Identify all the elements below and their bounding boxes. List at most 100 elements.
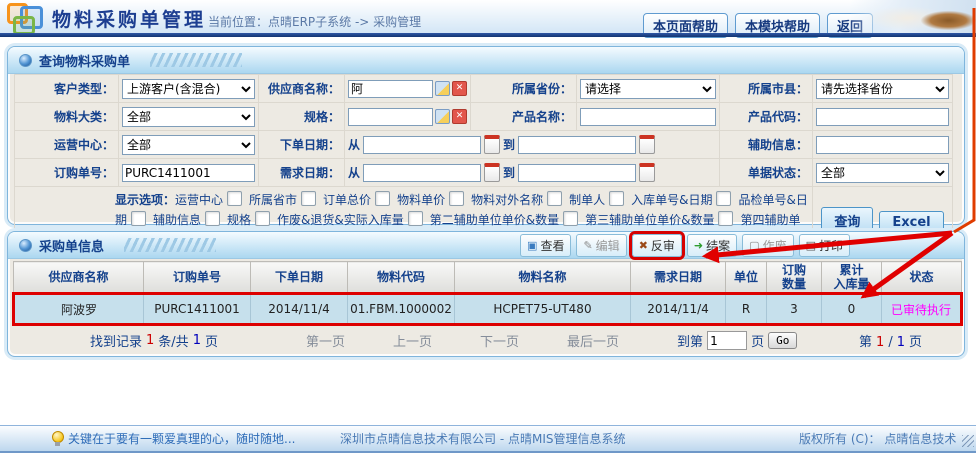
table-cell: HCPET75-UT480: [455, 294, 631, 325]
column-header: 供应商名称: [14, 262, 144, 294]
column-header: 物料代码: [348, 262, 455, 294]
next-page-link[interactable]: 下一页: [480, 331, 519, 350]
to-label: 到: [503, 136, 515, 153]
supplier-input[interactable]: [348, 80, 433, 98]
calendar-icon[interactable]: [639, 135, 655, 154]
doc-status-label: 单据状态：: [720, 159, 813, 187]
display-option-checkbox[interactable]: [131, 211, 146, 226]
display-option-checkbox[interactable]: [609, 191, 624, 206]
customer-type-select[interactable]: 上游客户(含混合): [122, 79, 255, 99]
toolbar-close-case-button[interactable]: ➜结案: [687, 234, 737, 257]
orders-panel-header: 采购单信息 ▣查看✎编辑✖反审➜结案▢作废▤打印: [8, 232, 964, 259]
query-form: 客户类型： 上游客户(含混合) 供应商名称： 所属省份： 请选择 所属市县： 请…: [14, 74, 953, 254]
search-button[interactable]: 查询: [821, 207, 873, 234]
goto-suffix: 页: [751, 331, 764, 350]
calendar-icon[interactable]: [484, 135, 500, 154]
city-select[interactable]: 请先选择省份: [816, 79, 949, 99]
display-option-checkbox[interactable]: [716, 191, 731, 206]
display-option-checkbox[interactable]: [408, 211, 423, 226]
display-option-label: 物料对外名称: [471, 193, 569, 207]
province-label: 所属省份：: [471, 75, 577, 103]
display-option-label: 所属省市: [249, 193, 323, 207]
top-header: 物料采购单管理 当前位置：点晴ERP子系统 -> 采购管理 本页面帮助 本模块帮…: [0, 0, 976, 33]
province-select[interactable]: 请选择: [580, 79, 716, 99]
table-cell: 0: [822, 294, 882, 325]
toolbar-void-button: ▢作废: [742, 234, 793, 257]
display-option-checkbox[interactable]: [255, 211, 270, 226]
calendar-icon[interactable]: [484, 163, 500, 182]
of-label: 条/共: [158, 331, 188, 350]
display-option-checkbox[interactable]: [301, 191, 316, 206]
found-count: 1: [146, 333, 154, 348]
display-option-label: 制单人: [569, 193, 631, 207]
first-page-link[interactable]: 第一页: [306, 331, 345, 350]
table-cell: 01.FBM.1000002: [348, 294, 455, 325]
aux-info-label: 辅助信息：: [720, 131, 813, 159]
display-option-label: 入库单号&日期: [631, 193, 738, 207]
clear-field-icon[interactable]: [452, 109, 467, 124]
display-option-checkbox[interactable]: [547, 191, 562, 206]
orders-toolbar: ▣查看✎编辑 ✖反审➜结案▢作废 ▤打印: [520, 234, 850, 257]
display-option-checkbox[interactable]: [563, 211, 578, 226]
void-icon: ▢: [749, 240, 759, 251]
product-name-input[interactable]: [580, 108, 716, 126]
order-no-input[interactable]: [122, 164, 255, 182]
header-divider: [0, 33, 976, 37]
column-header: 单位: [726, 262, 767, 294]
display-option-checkbox[interactable]: [205, 211, 220, 226]
column-header: 物料名称: [455, 262, 631, 294]
goto-page-input[interactable]: [707, 331, 747, 350]
company-text: 深圳市点晴信息技术有限公司 - 点晴MIS管理信息系统: [340, 430, 625, 447]
from-label: 从: [348, 136, 360, 153]
aux-info-input[interactable]: [816, 136, 949, 154]
display-option-checkbox[interactable]: [227, 191, 242, 206]
goto-page-group: 到第 页 Go: [677, 331, 797, 350]
page-label: 页: [205, 331, 218, 350]
product-name-label: 产品名称：: [471, 103, 577, 131]
display-option-checkbox[interactable]: [449, 191, 464, 206]
reaudit-icon: ✖: [639, 240, 648, 251]
clear-field-icon[interactable]: [452, 81, 467, 96]
op-center-select[interactable]: 全部: [122, 135, 255, 155]
material-category-select[interactable]: 全部: [122, 107, 255, 127]
display-option-label: 运营中心: [175, 193, 249, 207]
table-cell: 3: [767, 294, 822, 325]
table-cell: 2014/11/4: [631, 294, 726, 325]
last-page-link[interactable]: 最后一页: [567, 331, 619, 350]
column-header: 累计 入库量: [822, 262, 882, 294]
orders-panel: 采购单信息 ▣查看✎编辑✖反审➜结案▢作废▤打印 供应商名称订购单号下单日期物料…: [7, 231, 965, 357]
demand-date-label: 需求日期：: [259, 159, 345, 187]
orders-table: 供应商名称订购单号下单日期物料代码物料名称需求日期单位订购 数量累计 入库量状态…: [12, 261, 963, 326]
order-date-from-input[interactable]: [363, 136, 481, 154]
view-icon: ▣: [527, 240, 537, 251]
table-row[interactable]: 阿波罗PURC14110012014/11/401.FBM.1000002HCP…: [14, 294, 962, 325]
calendar-icon[interactable]: [639, 163, 655, 182]
column-header: 状态: [882, 262, 962, 294]
display-option-label: 规格: [227, 213, 277, 227]
pagination: 找到记录 1 条/共 1 页 第一页 上一页 下一页 最后一页 到第 页 Go …: [8, 326, 964, 355]
doc-status-select[interactable]: 全部: [816, 163, 949, 183]
edit-icon: ✎: [583, 240, 592, 251]
order-date-to-input[interactable]: [518, 136, 636, 154]
toolbar-print-button[interactable]: ▤打印: [799, 234, 850, 257]
page-count: 1: [193, 333, 201, 348]
toolbar-reaudit-button[interactable]: ✖反审: [632, 234, 682, 257]
toolbar-edit-button: ✎编辑: [576, 234, 626, 257]
demand-date-to-input[interactable]: [518, 164, 636, 182]
tip-text: 关键在于要有一颗爱真理的心，随时随地...: [68, 430, 295, 447]
display-option-checkbox[interactable]: [375, 191, 390, 206]
spec-input[interactable]: [348, 108, 433, 126]
toolbar-view-button[interactable]: ▣查看: [520, 234, 571, 257]
table-cell: 2014/11/4: [251, 294, 348, 325]
product-code-input[interactable]: [816, 108, 949, 126]
prev-page-link[interactable]: 上一页: [393, 331, 432, 350]
edit-field-icon[interactable]: [435, 81, 450, 96]
go-button[interactable]: Go: [768, 332, 797, 349]
display-options-label: 显示选项：: [115, 193, 175, 207]
demand-date-from-input[interactable]: [363, 164, 481, 182]
display-option-label: 物料单价: [397, 193, 471, 207]
order-no-label: 订购单号：: [15, 159, 119, 187]
query-panel-header: 查询物料采购单: [8, 47, 964, 74]
display-option-checkbox[interactable]: [718, 211, 733, 226]
edit-field-icon[interactable]: [435, 109, 450, 124]
